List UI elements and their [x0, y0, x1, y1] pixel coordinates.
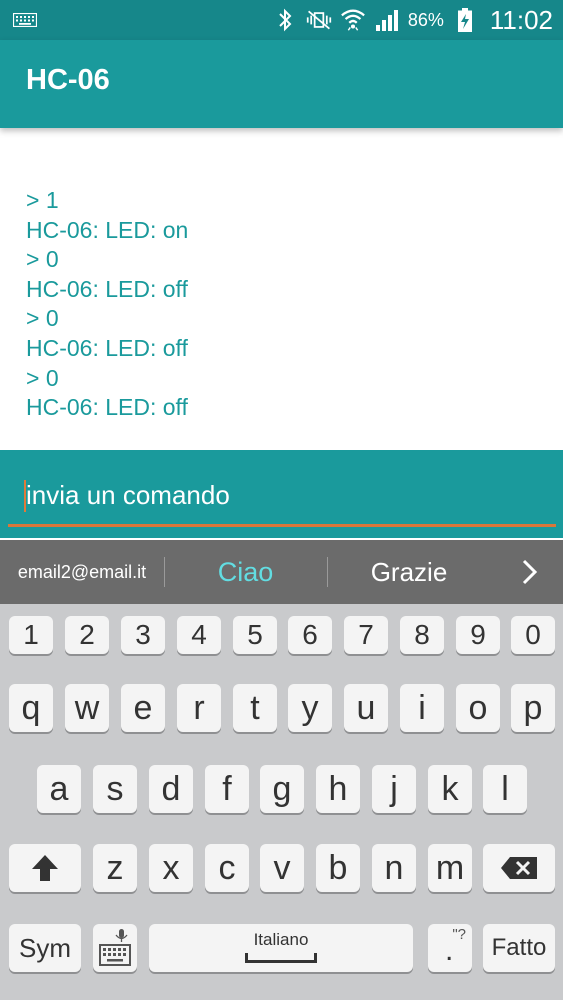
key-j[interactable]: j [372, 765, 416, 813]
suggestion-bar: email2@email.it Ciao Grazie [0, 540, 563, 604]
key-7[interactable]: 7 [344, 616, 388, 654]
key-q[interactable]: q [9, 684, 53, 732]
key-9[interactable]: 9 [456, 616, 500, 654]
key-e[interactable]: e [121, 684, 165, 732]
input-underline [8, 524, 556, 527]
key-w[interactable]: w [65, 684, 109, 732]
key-v[interactable]: v [260, 844, 304, 892]
key-1[interactable]: 1 [9, 616, 53, 654]
console-line: HC-06: LED: off [26, 275, 188, 302]
key-g[interactable]: g [260, 765, 304, 813]
key-l[interactable]: l [483, 765, 527, 813]
console-line: > 0 [26, 305, 59, 332]
key-6[interactable]: 6 [288, 616, 332, 654]
status-time: 11:02 [489, 4, 553, 35]
console-line: HC-06: LED: off [26, 394, 188, 421]
key-k[interactable]: k [428, 765, 472, 813]
key-b[interactable]: b [316, 844, 360, 892]
command-input[interactable] [8, 474, 556, 516]
key-t[interactable]: t [233, 684, 277, 732]
keyboard-settings-key[interactable] [93, 924, 137, 972]
sym-key[interactable]: Sym [9, 924, 81, 972]
soft-keyboard: 1 2 3 4 5 6 7 8 9 0 q w e r t y u i o p … [0, 604, 563, 1000]
suggestion-grazie[interactable]: Grazie [327, 540, 491, 604]
console-line: HC-06: LED: off [26, 334, 188, 361]
key-2[interactable]: 2 [65, 616, 109, 654]
console-line: > 0 [26, 364, 59, 391]
period-label: . [445, 934, 454, 967]
shift-arrow-icon [32, 855, 58, 881]
done-key[interactable]: Fatto [483, 924, 555, 972]
suggestion-ciao[interactable]: Ciao [164, 540, 327, 604]
key-c[interactable]: c [205, 844, 249, 892]
chevron-right-icon [522, 559, 538, 585]
status-bar: 86% 11:02 [0, 0, 563, 40]
text-caret [24, 480, 26, 512]
keyboard-mic-icon [99, 929, 131, 966]
key-8[interactable]: 8 [400, 616, 444, 654]
key-o[interactable]: o [456, 684, 500, 732]
battery-percent: 86% [407, 9, 444, 30]
console-line: > 1 [26, 187, 59, 213]
suggestion-email[interactable]: email2@email.it [0, 540, 164, 604]
period-alt-label: "? [452, 926, 466, 943]
key-m[interactable]: m [428, 844, 472, 892]
shift-key[interactable] [9, 844, 81, 892]
vibrate-mute-icon [306, 7, 332, 33]
wifi-icon [340, 7, 366, 33]
key-d[interactable]: d [149, 765, 193, 813]
signal-icon [374, 7, 400, 33]
key-u[interactable]: u [344, 684, 388, 732]
key-s[interactable]: s [93, 765, 137, 813]
status-icons: 86% 11:02 [272, 0, 553, 40]
console-line: HC-06: LED: on [26, 216, 189, 243]
app-bar: HC-06 [0, 40, 563, 128]
bluetooth-icon [272, 7, 298, 33]
key-r[interactable]: r [177, 684, 221, 732]
key-0[interactable]: 0 [511, 616, 555, 654]
key-3[interactable]: 3 [121, 616, 165, 654]
key-4[interactable]: 4 [177, 616, 221, 654]
key-5[interactable]: 5 [233, 616, 277, 654]
keyboard-icon [13, 13, 37, 27]
backspace-icon [501, 857, 537, 879]
key-p[interactable]: p [511, 684, 555, 732]
console-log: > 1 HC-06: LED: on > 0 HC-06: LED: off >… [26, 186, 546, 423]
battery-charging-icon [452, 7, 478, 33]
key-z[interactable]: z [93, 844, 137, 892]
period-key[interactable]: "? . [428, 924, 472, 972]
key-f[interactable]: f [205, 765, 249, 813]
key-x[interactable]: x [149, 844, 193, 892]
key-n[interactable]: n [372, 844, 416, 892]
key-h[interactable]: h [316, 765, 360, 813]
space-bar-icon [245, 953, 317, 963]
key-i[interactable]: i [400, 684, 444, 732]
console-line: > 0 [26, 246, 59, 273]
space-key[interactable]: Italiano [149, 924, 413, 972]
backspace-key[interactable] [483, 844, 555, 892]
space-key-label: Italiano [253, 930, 309, 949]
app-title: HC-06 [26, 64, 110, 96]
key-a[interactable]: a [37, 765, 81, 813]
suggestion-expand-button[interactable] [505, 540, 555, 604]
key-y[interactable]: y [288, 684, 332, 732]
